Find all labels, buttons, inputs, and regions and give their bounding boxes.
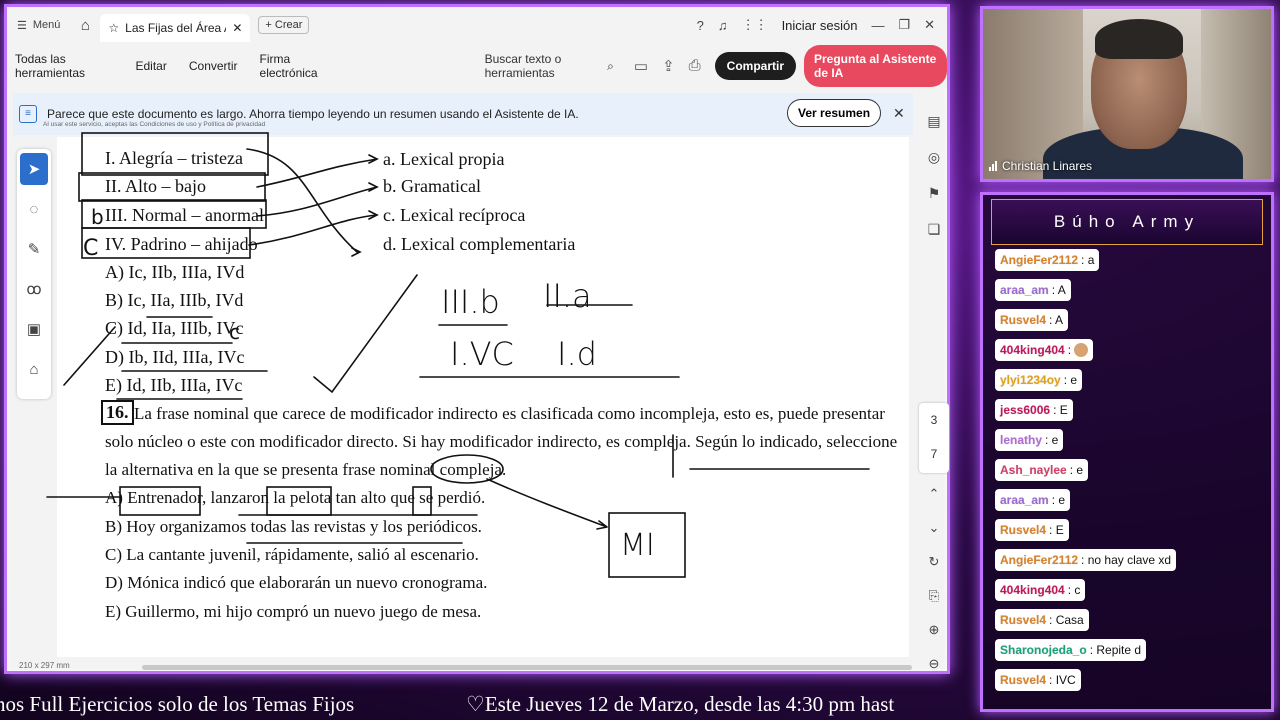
news-ticker: nos Full Ejercicios solo de los Temas Fi…	[0, 688, 975, 720]
chat-message: Ash_naylee: e	[995, 459, 1089, 481]
ticker-right: ♡Este Jueves 12 de Marzo, desde las 4:30…	[466, 692, 895, 716]
annotation-box-3	[81, 199, 267, 229]
arrowheads	[351, 154, 379, 257]
hand-row1-left: III.b	[441, 283, 500, 321]
chat-text: : e	[1045, 433, 1059, 447]
hand-mi-label: MI	[620, 528, 655, 563]
hand-letter-c: C	[83, 236, 98, 261]
chat-text: : no hay clave xd	[1081, 553, 1172, 567]
annotation-box-1	[81, 132, 269, 176]
box-la-pelota	[266, 486, 332, 516]
chat-message: jess6006: E	[995, 399, 1073, 421]
chat-text: : e	[1051, 493, 1066, 507]
chat-message: AngieFer2112: no hay clave xd	[995, 549, 1177, 571]
webcam-feed: Christian Linares	[980, 6, 1274, 182]
connector-2	[256, 158, 378, 188]
chat-username: Sharonojeda_o	[1000, 643, 1087, 657]
chat-title: Búho Army	[991, 199, 1263, 245]
chat-message: 404king404:	[995, 339, 1094, 361]
chat-message: Rusvel4: Casa	[995, 609, 1089, 631]
check-marks	[63, 274, 418, 394]
chat-message: AngieFer2112: a	[995, 249, 1100, 271]
chat-text: : c	[1067, 583, 1081, 597]
hand-row2-left: I.VC	[450, 335, 514, 373]
chat-username: AngieFer2112	[1000, 553, 1079, 567]
chat-text: : A	[1051, 283, 1066, 297]
stream-overlay: ☰ Menú ⌂ ☆ Las Fijas del Área A ... ✕ + …	[0, 0, 1280, 720]
chat-username: Rusvel4	[1000, 523, 1047, 537]
chat-text: : IVC	[1049, 673, 1076, 687]
hand-letter-c2: c	[229, 320, 240, 344]
chat-message: Sharonojeda_o: Repite d	[995, 639, 1147, 661]
chat-text: : E	[1053, 403, 1068, 417]
chat-username: Rusvel4	[1000, 673, 1047, 687]
ticker-left: nos Full Ejercicios solo de los Temas Fi…	[0, 692, 355, 716]
chat-text: : e	[1063, 373, 1078, 387]
chat-username: Rusvel4	[1000, 313, 1047, 327]
chat-username: Rusvel4	[1000, 613, 1047, 627]
connector-3	[256, 186, 378, 217]
chat-message: araa_am: e	[995, 489, 1071, 511]
hand-row1-right: II.a	[543, 277, 592, 315]
emoji-icon	[1074, 343, 1089, 357]
chat-text: : A	[1049, 313, 1064, 327]
chat-username: araa_am	[1000, 283, 1049, 297]
acrobat-window: ☰ Menú ⌂ ☆ Las Fijas del Área A ... ✕ + …	[4, 4, 950, 674]
chat-text: : Repite d	[1089, 643, 1142, 657]
chat-message: Rusvel4: A	[995, 309, 1069, 331]
handwritten-annotations: b C c III.b II.a I.VC I.d MI	[46, 132, 870, 578]
chat-message: ylyi1234oy: e	[995, 369, 1083, 391]
chat-text: : a	[1081, 253, 1095, 267]
arrow-to-mi	[486, 478, 608, 530]
webcam-name-label: Christian Linares	[989, 159, 1092, 173]
signal-bars-icon	[989, 161, 997, 171]
chat-text: : E	[1049, 523, 1064, 537]
chat-username: lenathy	[1000, 433, 1043, 447]
box-entrenador	[119, 486, 201, 516]
option-underlines	[116, 316, 268, 400]
chat-username: jess6006	[1000, 403, 1051, 417]
chat-username: 404king404	[1000, 583, 1065, 597]
chat-message: araa_am: A	[995, 279, 1071, 301]
chat-username: AngieFer2112	[1000, 253, 1079, 267]
box-se	[412, 486, 432, 516]
chat-panel: Búho Army AngieFer2112: a araa_am: A Rusve…	[980, 192, 1274, 712]
chat-message: Rusvel4: IVC	[995, 669, 1081, 691]
chat-text: : e	[1069, 463, 1084, 477]
chat-message: Rusvel4: E	[995, 519, 1069, 541]
hand-row2-right: I.d	[557, 335, 597, 373]
extra-lines	[672, 434, 870, 478]
chat-username: Ash_naylee	[1000, 463, 1067, 477]
chat-message: lenathy: e	[995, 429, 1064, 451]
chat-text: :	[1067, 343, 1072, 357]
chat-username: ylyi1234oy	[1000, 373, 1061, 387]
chat-text: : Casa	[1049, 613, 1084, 627]
chat-username: araa_am	[1000, 493, 1049, 507]
connector-4	[248, 214, 378, 246]
chat-message: 404king404: c	[995, 579, 1086, 601]
annotation-box-2	[78, 172, 266, 202]
chat-username: 404king404	[1000, 343, 1065, 357]
annotation-box-4	[81, 227, 251, 259]
presenter-hair	[1095, 19, 1183, 59]
circle-compleja	[430, 454, 504, 484]
hand-letter-b: b	[91, 205, 104, 229]
